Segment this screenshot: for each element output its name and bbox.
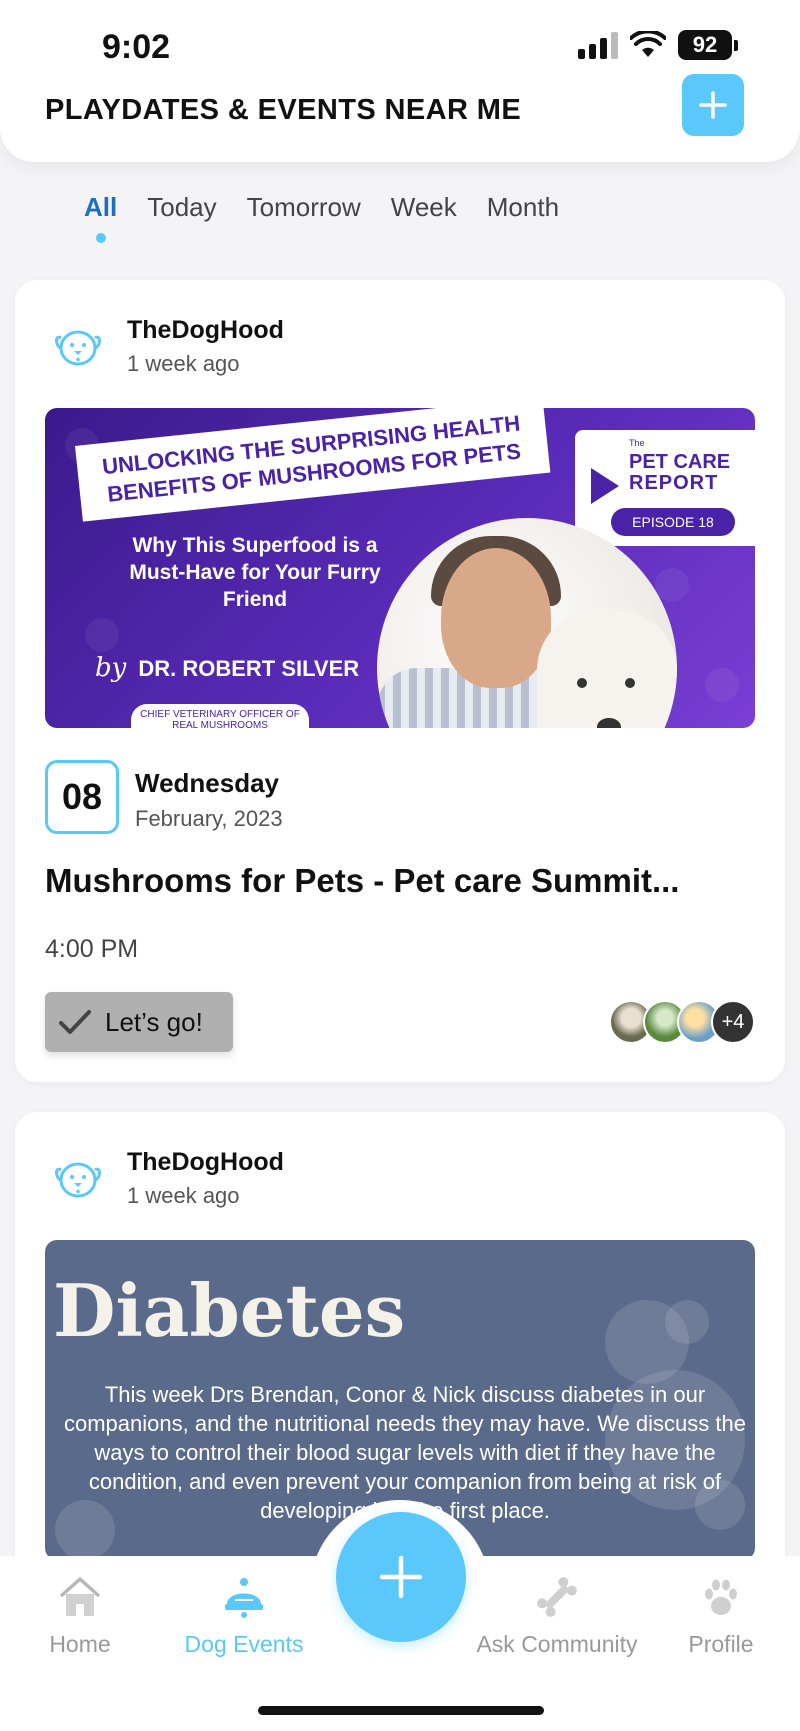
dog-events-icon [225,1578,263,1618]
nav-home[interactable]: Home [38,1574,122,1658]
paw-icon [705,1579,737,1615]
tab-month[interactable]: Month [487,192,559,241]
play-icon [591,468,619,504]
tab-label: Week [390,192,457,222]
tab-label: Tomorrow [246,192,361,222]
battery-level: 92 [678,30,732,60]
dog-logo-icon [55,330,101,365]
filter-tabs: All Today Tomorrow Week Month [84,192,559,243]
lets-go-button[interactable]: Let’s go! [45,992,233,1052]
episode-label: EPISODE 18 [611,508,735,536]
badge-line: PET CARE [629,451,731,473]
nav-label: Home [49,1631,111,1657]
active-tab-indicator [95,233,106,243]
nav-label: Dog Events [184,1631,304,1657]
tab-all[interactable]: All [84,192,118,243]
nav-profile[interactable]: Profile [676,1574,766,1658]
event-title[interactable]: Mushrooms for Pets - Pet care Summit... [45,862,765,900]
badge-line: REPORT [629,472,719,494]
nav-label: Profile [688,1631,754,1657]
home-icon [59,1577,101,1616]
author-name: TheDogHood [127,1148,284,1176]
byline-author: DR. ROBERT SILVER [138,656,360,681]
tab-label: Today [147,192,217,222]
banner-subheadline: Why This Superfood is a Must-Have for Yo… [129,534,381,611]
banner-byline: by DR. ROBERT SILVER [95,653,359,683]
event-banner-image[interactable]: UNLOCKING THE SURPRISING HEALTH BENEFITS… [45,408,755,728]
card-author[interactable]: TheDogHood 1 week ago [51,1148,284,1209]
presenter-photo [377,518,677,728]
plus-icon [379,1555,423,1599]
dog-logo-icon [55,1162,101,1197]
more-attendees-count: +4 [711,1000,755,1044]
banner-role: CHIEF VETERINARY OFFICER OF REAL MUSHROO… [131,704,309,728]
tab-tomorrow[interactable]: Tomorrow [247,192,361,241]
tab-today[interactable]: Today [147,192,216,241]
app-header: 9:02 92 PLAYDATES & EVENTS NEAR ME [0,0,800,162]
tab-week[interactable]: Week [391,192,457,241]
event-month-year: February, 2023 [135,806,283,831]
attendee-avatars[interactable]: +4 [609,1000,755,1044]
nav-label: Ask Community [476,1631,638,1657]
tab-label: All [84,192,118,222]
battery-icon: 92 [678,30,738,60]
add-event-button[interactable] [682,74,744,136]
create-post-button[interactable] [336,1512,466,1642]
plus-icon [699,91,727,119]
home-indicator[interactable] [258,1706,544,1715]
byline-by: by [95,653,127,683]
post-time: 1 week ago [127,351,240,376]
bone-icon [537,1577,577,1617]
banner-title: Diabetes [53,1268,406,1353]
status-icons: 92 [578,30,738,60]
lets-go-label: Let’s go! [105,1006,203,1037]
badge-the: The [629,438,645,448]
event-time: 4:00 PM [45,935,139,963]
nav-dog-events[interactable]: Dog Events [172,1574,316,1658]
wifi-icon [630,31,666,57]
status-time: 9:02 [102,28,171,66]
checkmark-icon [59,1010,91,1034]
event-card[interactable]: TheDogHood 1 week ago UNLOCKING THE SURP… [15,280,785,1082]
banner-headline: UNLOCKING THE SURPRISING HEALTH BENEFITS… [75,408,551,522]
event-weekday: Wednesday [135,768,280,798]
pet-care-report-badge: The PET CARE REPORT EPISODE 18 [575,430,755,546]
post-time: 1 week ago [127,1183,240,1208]
nav-ask-community[interactable]: Ask Community [462,1574,652,1658]
card-author[interactable]: TheDogHood 1 week ago [51,316,284,377]
event-date-number: 08 [45,760,119,834]
page-title: PLAYDATES & EVENTS NEAR ME [45,94,522,126]
author-name: TheDogHood [127,316,284,344]
cellular-signal-icon [578,31,618,59]
tab-label: Month [486,192,560,222]
